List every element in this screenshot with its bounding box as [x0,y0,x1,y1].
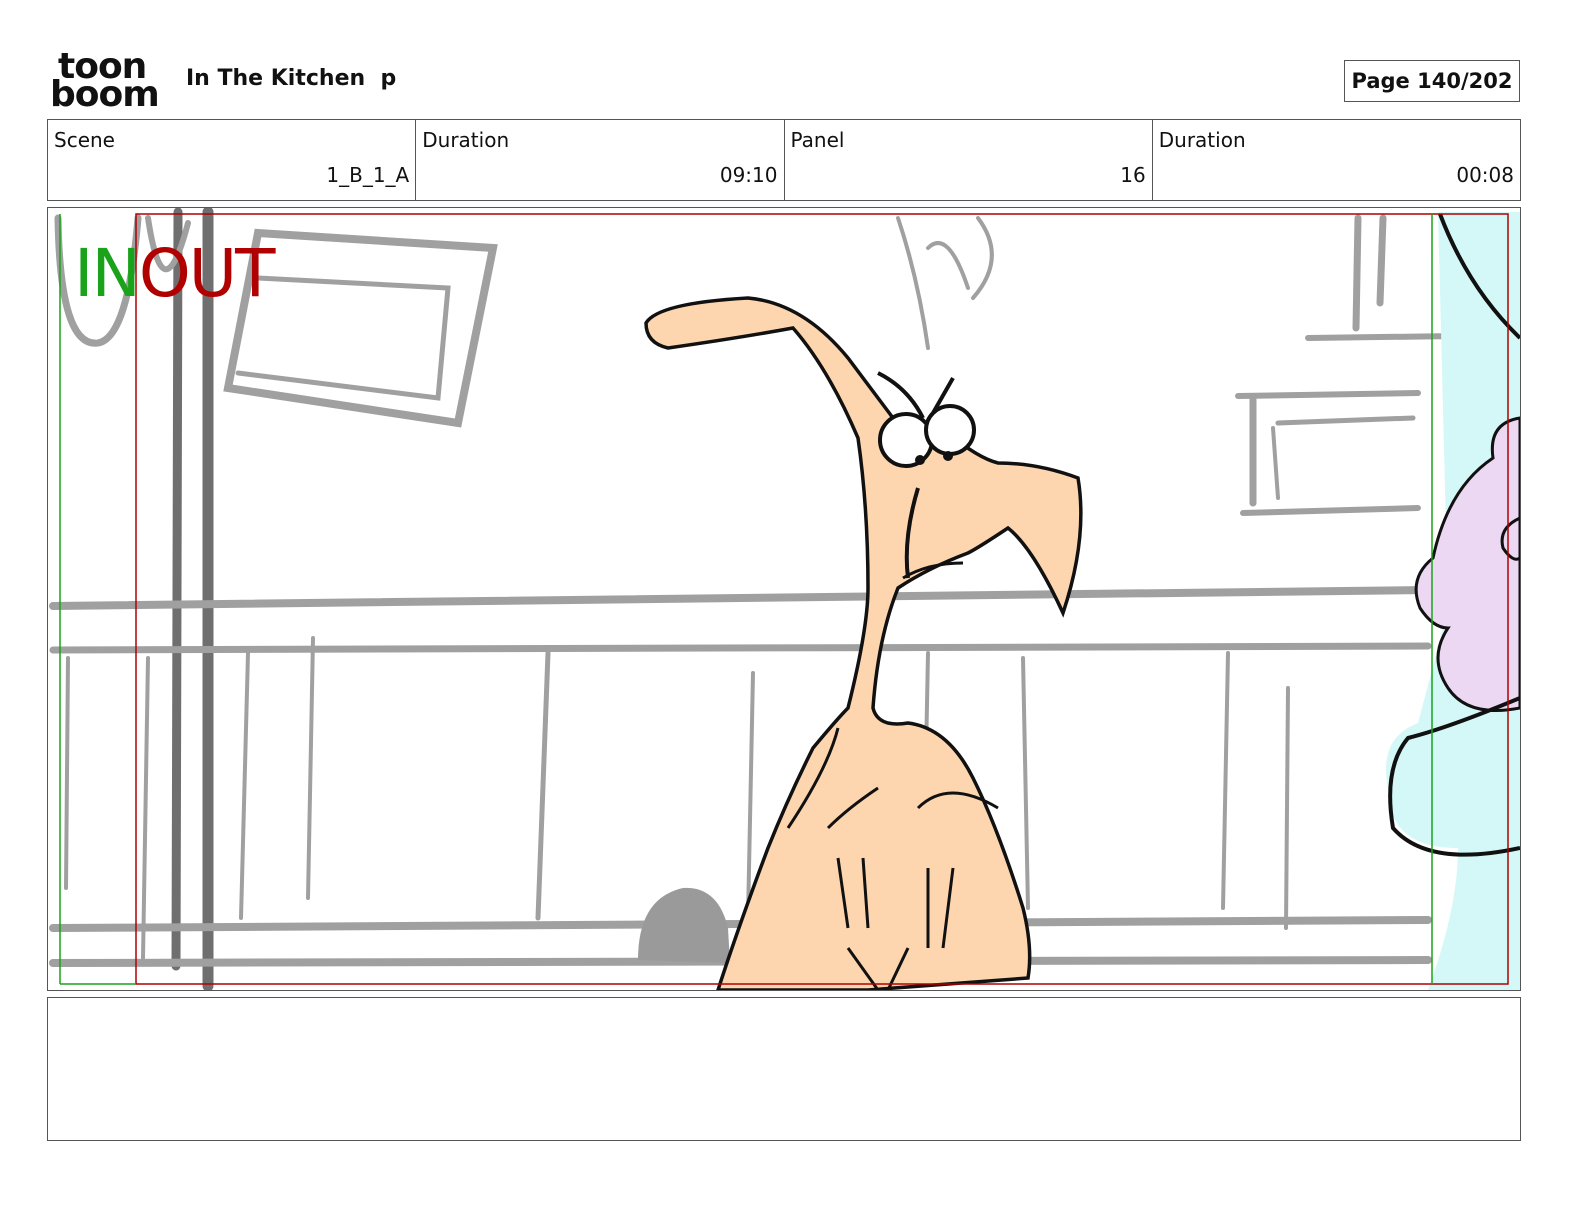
toon-boom-logo: toon boom [50,49,164,115]
panel-duration-label: Duration [1158,128,1246,152]
panel-notes-box[interactable] [47,997,1521,1141]
scene-duration-value: 09:10 [719,163,778,187]
in-label: IN [74,235,141,312]
panel-cell: Panel 16 [785,120,1153,200]
page-number-box: Page 140/202 [1344,60,1520,102]
scene-label: Scene [54,128,115,152]
panel-duration-cell: Duration 00:08 [1153,120,1520,200]
logo-bottom-text: boom [50,74,160,115]
storyboard-panel: INOUT [47,207,1521,991]
panel-duration-value: 00:08 [1456,163,1514,187]
scene-info-table: Scene 1_B_1_A Duration 09:10 Panel 16 Du… [47,119,1521,201]
floor-shadow [638,887,730,963]
panel-value: 16 [1120,163,1146,187]
scene-cell: Scene 1_B_1_A [48,120,417,200]
scene-value: 1_B_1_A [326,163,410,187]
scene-duration-cell: Duration 09:10 [416,120,785,200]
in-out-label: INOUT [74,234,276,314]
panel-label: Panel [790,128,845,152]
document-title: In The Kitchen p [186,66,397,91]
scene-duration-label: Duration [422,128,510,152]
out-label: OUT [138,235,276,312]
panel-drawing [49,208,1520,990]
